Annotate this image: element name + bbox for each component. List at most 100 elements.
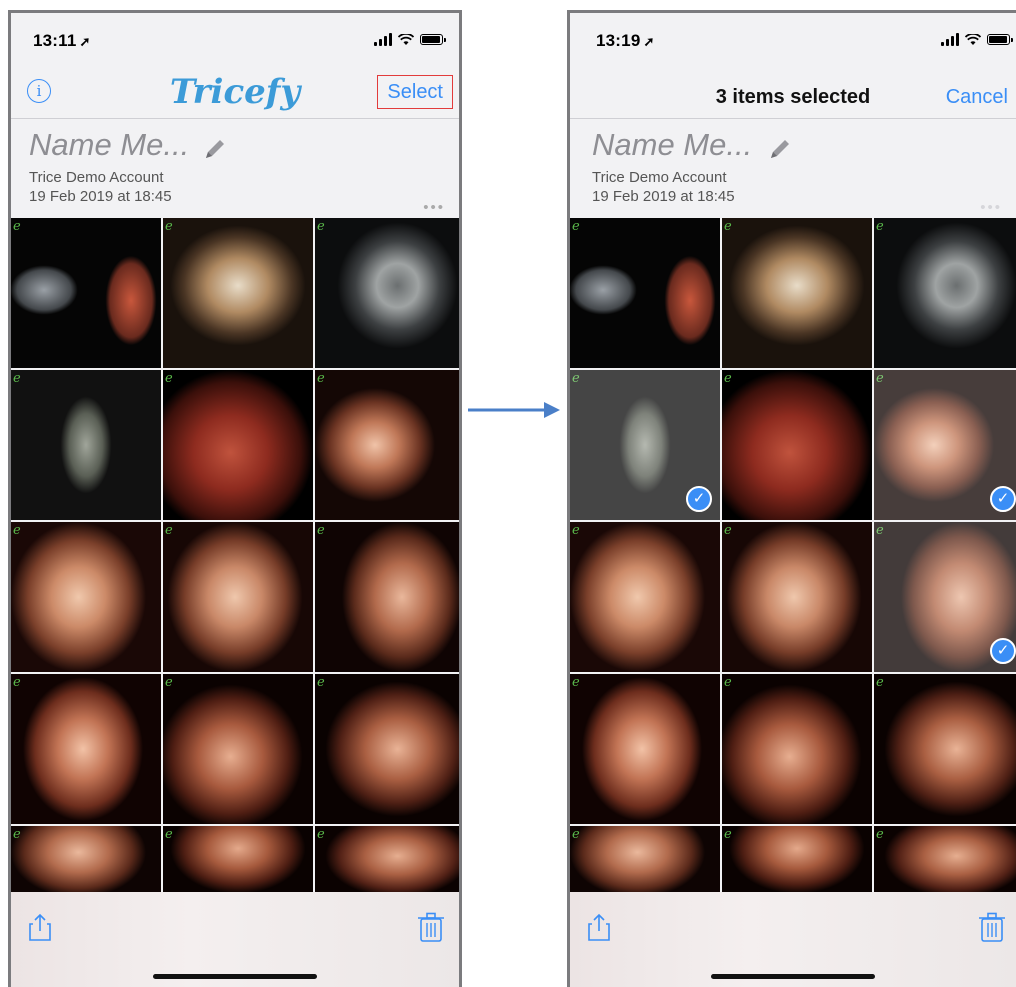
study-date: 19 Feb 2019 at 18:45	[29, 188, 172, 205]
tricefy-watermark: e	[317, 219, 325, 234]
image-tile[interactable]: e	[163, 218, 313, 368]
image-tile[interactable]: e	[722, 826, 872, 901]
tricefy-watermark: e	[317, 523, 325, 538]
home-indicator[interactable]	[153, 974, 317, 979]
trash-icon[interactable]	[417, 912, 445, 942]
image-tile[interactable]: e	[570, 218, 720, 368]
image-tile[interactable]: e	[570, 674, 720, 824]
tricefy-watermark: e	[13, 827, 21, 842]
image-tile[interactable]: e	[11, 826, 161, 901]
location-arrow-icon: ➚	[643, 34, 655, 49]
image-tile[interactable]: e	[315, 674, 459, 824]
tricefy-watermark: e	[724, 371, 732, 386]
checkmark-icon: ✓	[990, 486, 1016, 512]
checkmark-icon: ✓	[686, 486, 712, 512]
image-tile[interactable]: e	[315, 370, 459, 520]
signal-icon	[374, 33, 392, 46]
image-tile[interactable]: e ✓	[570, 370, 720, 520]
image-tile[interactable]: e	[11, 370, 161, 520]
image-tile[interactable]: e	[722, 522, 872, 672]
image-tile[interactable]: e	[163, 826, 313, 901]
image-tile[interactable]: e ✓	[874, 522, 1016, 672]
tricefy-watermark: e	[572, 523, 580, 538]
image-tile[interactable]: e	[315, 522, 459, 672]
tricefy-watermark: e	[165, 523, 173, 538]
phone-screen-before: 13:11 ➚ i Tricefy Select Name Me... Trice…	[8, 10, 462, 987]
more-icon: •••	[980, 199, 1002, 216]
image-tile[interactable]: e	[874, 218, 1016, 368]
image-tile[interactable]: e	[570, 826, 720, 901]
image-tile[interactable]: e ✓	[874, 370, 1016, 520]
image-grid: e e e e ✓ e e ✓ e e e ✓ e e e e e e	[570, 218, 1016, 987]
image-grid: e e e e e e e e e e e e e e e	[11, 218, 459, 987]
image-tile[interactable]: e	[722, 370, 872, 520]
phone-screen-after: 13:19 ➚ 3 items selected Cancel Name Me..…	[567, 10, 1016, 987]
battery-icon	[420, 34, 446, 45]
nav-bar: 3 items selected Cancel	[570, 63, 1016, 119]
tricefy-watermark: e	[724, 827, 732, 842]
tricefy-watermark: e	[876, 523, 884, 538]
tricefy-watermark: e	[165, 371, 173, 386]
tricefy-watermark: e	[13, 523, 21, 538]
tricefy-watermark: e	[876, 827, 884, 842]
tricefy-watermark: e	[572, 371, 580, 386]
tricefy-watermark: e	[572, 827, 580, 842]
image-tile[interactable]: e	[874, 826, 1016, 901]
tricefy-watermark: e	[165, 827, 173, 842]
wifi-icon	[398, 33, 414, 45]
pencil-icon[interactable]	[201, 135, 229, 163]
tricefy-watermark: e	[13, 675, 21, 690]
study-name[interactable]: Name Me...	[592, 127, 752, 163]
study-header: Name Me... Trice Demo Account 19 Feb 201…	[570, 119, 1016, 217]
image-tile[interactable]: e	[874, 674, 1016, 824]
image-tile[interactable]: e	[570, 522, 720, 672]
share-icon[interactable]	[25, 912, 55, 942]
tricefy-watermark: e	[572, 219, 580, 234]
status-bar: 13:11 ➚	[11, 13, 459, 63]
account-name: Trice Demo Account	[29, 169, 164, 186]
nav-bar: i Tricefy Select	[11, 63, 459, 119]
tricefy-watermark: e	[317, 675, 325, 690]
home-indicator[interactable]	[711, 974, 875, 979]
wifi-icon	[965, 33, 981, 45]
tricefy-watermark: e	[724, 523, 732, 538]
account-name: Trice Demo Account	[592, 169, 727, 186]
tricefy-watermark: e	[13, 219, 21, 234]
tricefy-watermark: e	[876, 371, 884, 386]
select-button[interactable]: Select	[377, 75, 453, 109]
tricefy-watermark: e	[876, 219, 884, 234]
share-icon[interactable]	[584, 912, 614, 942]
battery-icon	[987, 34, 1013, 45]
image-tile[interactable]: e	[315, 218, 459, 368]
study-header: Name Me... Trice Demo Account 19 Feb 201…	[11, 119, 459, 217]
tricefy-watermark: e	[572, 675, 580, 690]
pencil-icon[interactable]	[766, 135, 794, 163]
image-tile[interactable]: e	[163, 674, 313, 824]
cancel-button[interactable]: Cancel	[946, 86, 1008, 109]
image-tile[interactable]: e	[163, 370, 313, 520]
image-tile[interactable]: e	[722, 674, 872, 824]
tricefy-watermark: e	[876, 675, 884, 690]
image-tile[interactable]: e	[722, 218, 872, 368]
image-tile[interactable]: e	[11, 522, 161, 672]
trash-icon[interactable]	[978, 912, 1006, 942]
tricefy-watermark: e	[724, 219, 732, 234]
tricefy-watermark: e	[317, 371, 325, 386]
checkmark-icon: ✓	[990, 638, 1016, 664]
image-tile[interactable]: e	[11, 218, 161, 368]
transition-arrow	[468, 402, 560, 418]
image-tile[interactable]: e	[11, 674, 161, 824]
tricefy-watermark: e	[13, 371, 21, 386]
image-tile[interactable]: e	[315, 826, 459, 901]
tricefy-watermark: e	[165, 219, 173, 234]
image-tile[interactable]: e	[163, 522, 313, 672]
study-name[interactable]: Name Me...	[29, 127, 189, 163]
signal-icon	[941, 33, 959, 46]
study-date: 19 Feb 2019 at 18:45	[592, 188, 735, 205]
status-time: 13:11	[33, 31, 77, 50]
more-icon[interactable]: •••	[423, 199, 445, 216]
tricefy-watermark: e	[724, 675, 732, 690]
tricefy-watermark: e	[317, 827, 325, 842]
status-time: 13:19	[596, 31, 641, 50]
location-arrow-icon: ➚	[79, 34, 91, 49]
